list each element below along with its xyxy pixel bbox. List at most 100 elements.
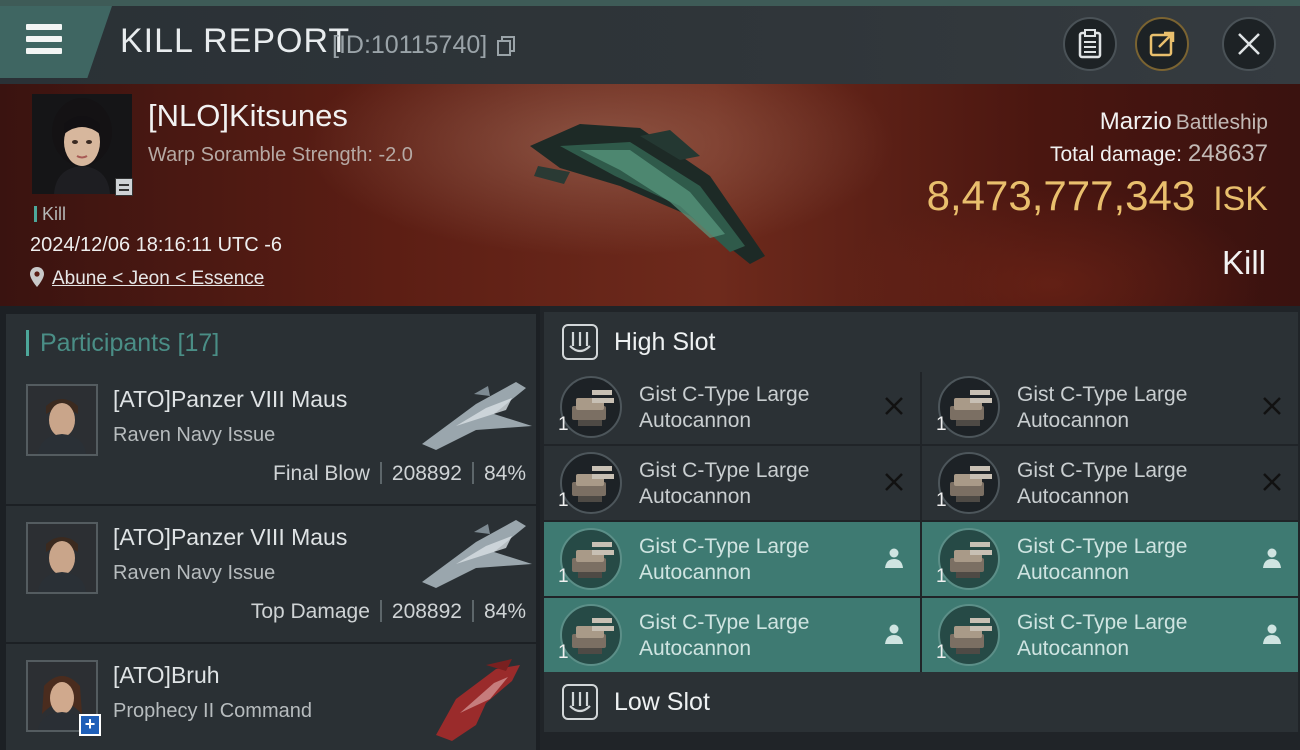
participant-row[interactable]: [ATO]Panzer VIII Maus Raven Navy Issue F… [6, 368, 536, 504]
participant-percent: 84% [483, 462, 526, 485]
module-name-line2: Autocannon [1017, 637, 1130, 660]
module-name-line2: Autocannon [639, 561, 752, 584]
module-tile[interactable]: 1 Gist C-Type Large Autocannon [544, 446, 920, 520]
destroyed-x-icon [885, 397, 903, 415]
destroyed-x-icon [1263, 473, 1281, 491]
isk-value-line: 8,473,777,343 ISK [927, 172, 1268, 220]
module-name-line2: Autocannon [1017, 485, 1130, 508]
module-icon [560, 452, 622, 514]
isk-value: 8,473,777,343 [926, 172, 1196, 219]
close-icon [1238, 33, 1260, 55]
participant-avatar[interactable] [26, 522, 98, 594]
participant-name[interactable]: [ATO]Bruh [113, 662, 220, 689]
high-slot-icon [562, 324, 598, 360]
victim-ship: Marzio Battleship [1100, 108, 1268, 136]
plus-badge-icon: + [79, 714, 101, 736]
participant-name[interactable]: [ATO]Panzer VIII Maus [113, 524, 347, 551]
module-name: Gist C-Type Large Autocannon [639, 610, 859, 662]
participant-role: Top Damage [250, 600, 370, 623]
participant-row[interactable]: [ATO]Panzer VIII Maus Raven Navy Issue T… [6, 506, 536, 642]
module-quantity: 1 [558, 642, 569, 663]
module-tile[interactable]: 1 Gist C-Type Large Autocannon [544, 598, 920, 672]
pilot-portrait-icon [28, 524, 96, 592]
participant-damage: 208892 [391, 462, 462, 485]
module-name: Gist C-Type Large Autocannon [639, 382, 859, 434]
copy-icon[interactable] [497, 36, 515, 56]
kill-timestamp: 2024/12/06 18:16:11 UTC -6 [30, 234, 283, 256]
module-tile[interactable]: 1 Gist C-Type Large Autocannon [922, 370, 1298, 444]
autocannon-icon [572, 466, 614, 502]
isk-unit: ISK [1213, 180, 1268, 218]
autocannon-icon [572, 618, 614, 654]
module-name: Gist C-Type Large Autocannon [1017, 610, 1237, 662]
hamburger-icon [26, 24, 62, 54]
participant-avatar[interactable] [26, 384, 98, 456]
participant-stats: Final Blow 208892 84% [273, 462, 526, 486]
participant-ship: Raven Navy Issue [113, 562, 276, 584]
kill-tag: Kill [34, 204, 66, 225]
kill-location[interactable]: Abune < Jeon < Essence [30, 267, 264, 290]
person-icon [885, 624, 903, 644]
total-damage-value: 248637 [1187, 140, 1268, 167]
participant-percent: 84% [483, 600, 526, 623]
autocannon-icon [572, 390, 614, 426]
page-title: KILL REPORT [120, 22, 351, 60]
kill-result: Kill [1221, 244, 1266, 281]
person-icon [885, 548, 903, 568]
participant-stats: Top Damage 208892 84% [251, 600, 526, 624]
participant-ship: Raven Navy Issue [113, 424, 276, 446]
clipboard-button[interactable] [1063, 17, 1117, 71]
module-tile[interactable]: 1 Gist C-Type Large Autocannon [544, 370, 920, 444]
module-name: Gist C-Type Large Autocannon [1017, 534, 1237, 586]
module-name-line1: Gist C-Type Large [639, 535, 810, 558]
victim-banner: [NLO]Kitsunes Warp Soramble Strength: -2… [0, 84, 1300, 306]
participants-count: Participants [17] [40, 329, 220, 357]
participant-damage: 208892 [391, 600, 462, 623]
title-bar: KILL REPORT [ID:10115740] [0, 0, 1300, 84]
destroyed-x-icon [1263, 397, 1281, 415]
module-name-line2: Autocannon [639, 485, 752, 508]
autocannon-icon [950, 466, 992, 502]
info-badge-icon[interactable] [115, 178, 133, 196]
module-tile[interactable]: 1 Gist C-Type Large Autocannon [544, 522, 920, 596]
module-name-line1: Gist C-Type Large [639, 611, 810, 634]
autocannon-icon [572, 542, 614, 578]
module-name-line2: Autocannon [1017, 409, 1130, 432]
participant-row[interactable]: + [ATO]Bruh Prophecy II Command [6, 644, 536, 750]
location-link[interactable]: Abune < Jeon < Essence [52, 268, 264, 289]
victim-name[interactable]: [NLO]Kitsunes [148, 98, 348, 134]
module-quantity: 1 [558, 414, 569, 435]
module-tile[interactable]: 1 Gist C-Type Large Autocannon [922, 598, 1298, 672]
person-icon [1263, 548, 1281, 568]
participant-ship-image [422, 520, 532, 588]
menu-button[interactable] [0, 6, 112, 78]
module-name: Gist C-Type Large Autocannon [639, 534, 859, 586]
close-button[interactable] [1222, 17, 1276, 71]
module-quantity: 1 [936, 490, 947, 511]
module-name-line1: Gist C-Type Large [1017, 383, 1188, 406]
module-name-line2: Autocannon [639, 637, 752, 660]
module-name: Gist C-Type Large Autocannon [639, 458, 859, 510]
module-tile[interactable]: 1 Gist C-Type Large Autocannon [922, 446, 1298, 520]
high-slot-header: High Slot [544, 312, 1298, 372]
module-icon [938, 376, 1000, 438]
low-slot-label: Low Slot [614, 688, 710, 716]
victim-ship-image [530, 124, 765, 264]
warp-strength: Warp Soramble Strength: -2.0 [148, 144, 413, 166]
autocannon-icon [950, 618, 992, 654]
module-tile[interactable]: 1 Gist C-Type Large Autocannon [922, 522, 1298, 596]
participant-name[interactable]: [ATO]Panzer VIII Maus [113, 386, 347, 413]
high-slot-label: High Slot [614, 328, 716, 356]
ship-name[interactable]: Marzio [1100, 108, 1172, 135]
location-pin-icon [30, 267, 44, 287]
export-button[interactable] [1135, 17, 1189, 71]
export-icon [1149, 31, 1175, 57]
fitting-panel: High Slot 1 Gist C-Type Large Autocannon 1 G… [540, 306, 1300, 750]
module-name-line1: Gist C-Type Large [639, 383, 810, 406]
autocannon-icon [950, 542, 992, 578]
module-quantity: 1 [936, 642, 947, 663]
person-icon [1263, 624, 1281, 644]
module-icon [938, 452, 1000, 514]
module-name-line2: Autocannon [1017, 561, 1130, 584]
module-name: Gist C-Type Large Autocannon [1017, 458, 1237, 510]
